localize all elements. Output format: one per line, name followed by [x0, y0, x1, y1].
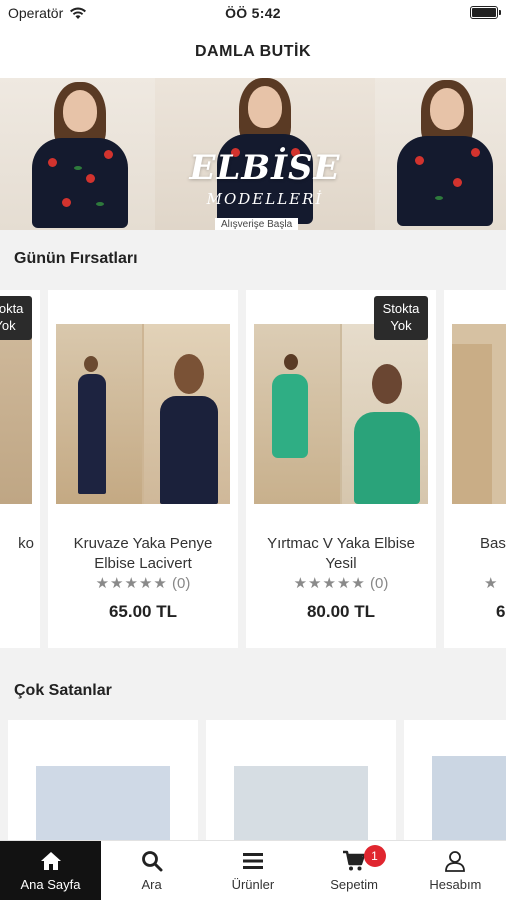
product-card[interactable]: Bas el ★ 6 — [444, 290, 506, 648]
banner-cta[interactable]: Alışverişe Başla — [215, 218, 299, 230]
product-name: ko — [18, 535, 34, 552]
product-card[interactable]: Stokta Yok ko — [0, 290, 40, 648]
tab-account[interactable]: Hesabım — [405, 841, 506, 900]
product-rating: ★★★★★ (0) — [246, 574, 436, 592]
product-image — [0, 324, 32, 504]
deals-carousel[interactable]: Stokta Yok ko Kruvaze Yaka Penye Elbise … — [0, 290, 506, 648]
product-price: 80.00 TL — [306, 602, 376, 621]
product-price: 65.00 TL — [108, 602, 178, 621]
product-image — [432, 756, 506, 842]
product-name: Kruvaze Yaka Penye Elbise Lacivert — [73, 535, 213, 572]
product-card[interactable] — [8, 720, 198, 842]
product-rating: ★ — [444, 574, 506, 592]
rating-stars-icon: ★★★★★ — [293, 575, 366, 592]
tab-home[interactable]: Ana Sayfa — [0, 841, 101, 900]
product-card[interactable]: Stokta Yok Yırtmac V Yaka Elbise Yesil ★… — [246, 290, 436, 648]
app-header: DAMLA BUTİK — [0, 26, 506, 78]
product-price: 6 — [496, 602, 506, 621]
product-image — [452, 324, 506, 504]
search-icon — [141, 851, 163, 872]
product-card[interactable]: Kruvaze Yaka Penye Elbise Lacivert ★★★★★… — [48, 290, 238, 648]
tab-label: Hesabım — [429, 877, 482, 892]
user-icon — [445, 851, 466, 872]
promo-banner[interactable]: ELBİSE MODELLERİ Alışverişe Başla — [0, 78, 506, 230]
rating-count: (0) — [172, 575, 191, 592]
product-rating: ★★★★★ (0) — [48, 574, 238, 592]
stock-badge: Stokta Yok — [0, 296, 32, 340]
deals-section-title: Günün Fırsatları — [14, 250, 138, 267]
cart-icon — [343, 850, 366, 871]
banner-photo-center: ELBİSE MODELLERİ Alışverişe Başla — [155, 78, 375, 230]
product-card[interactable] — [206, 720, 396, 842]
product-image — [56, 324, 230, 504]
banner-subtitle: MODELLERİ — [206, 190, 324, 208]
rating-count: (0) — [370, 575, 389, 592]
bestsellers-carousel[interactable] — [0, 720, 506, 842]
battery-icon — [470, 6, 501, 19]
status-bar: Operatör ÖÖ 5:42 — [0, 0, 506, 26]
tab-label: Ara — [141, 877, 162, 892]
bottom-tab-bar: Ana Sayfa Ara Ürünler Sepetim 1 Hesabım — [0, 840, 506, 900]
banner-photo-left — [0, 78, 155, 230]
rating-stars-icon: ★★★★★ — [95, 575, 168, 592]
rating-stars-icon: ★ — [484, 575, 499, 592]
banner-title: ELBİSE — [189, 148, 341, 188]
stock-badge: Stokta Yok — [374, 296, 428, 340]
product-image — [254, 324, 428, 504]
banner-photo-right — [375, 78, 506, 230]
bestsellers-section-title: Çok Satanlar — [14, 682, 112, 699]
tab-cart[interactable]: Sepetim 1 — [304, 841, 405, 900]
product-image — [234, 766, 368, 842]
product-card[interactable] — [404, 720, 506, 842]
tab-label: Ürünler — [231, 877, 275, 892]
home-icon — [40, 852, 61, 870]
tab-search[interactable]: Ara — [101, 841, 202, 900]
status-time: ÖÖ 5:42 — [225, 5, 281, 21]
tab-label: Ana Sayfa — [20, 877, 81, 892]
list-icon — [242, 853, 263, 869]
tab-label: Sepetim — [330, 877, 378, 892]
product-name: Bas el — [480, 535, 506, 552]
product-name: Yırtmac V Yaka Elbise Yesil — [267, 535, 415, 572]
page-title: DAMLA BUTİK — [195, 43, 311, 60]
cart-count-badge: 1 — [363, 845, 386, 867]
product-image — [36, 766, 170, 842]
tab-products[interactable]: Ürünler — [202, 841, 303, 900]
